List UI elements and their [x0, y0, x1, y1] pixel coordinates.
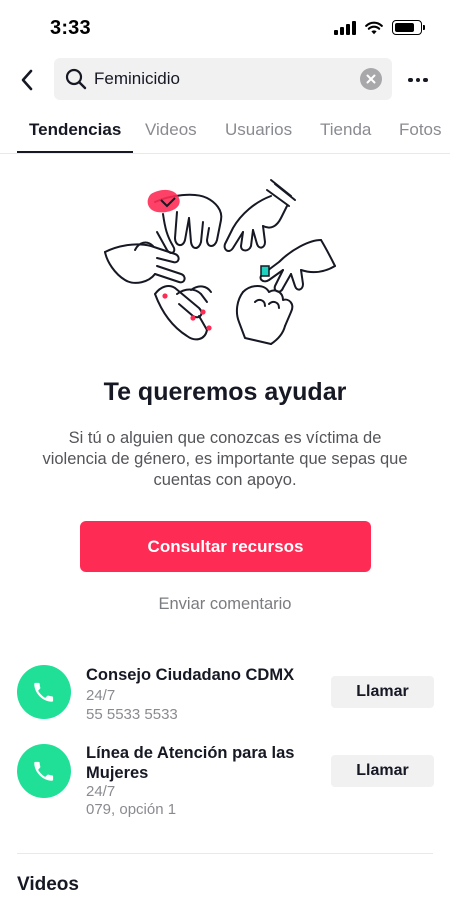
- tab-usuarios[interactable]: Usuarios: [225, 120, 292, 140]
- phone-icon: [34, 682, 54, 702]
- tab-videos[interactable]: Videos: [145, 120, 197, 140]
- battery-icon: [392, 20, 425, 35]
- signal-icon: [334, 20, 356, 35]
- search-box[interactable]: [54, 58, 392, 100]
- contact-item: Consejo Ciudadano CDMX 24/7 55 5533 5533…: [0, 662, 450, 732]
- status-bar: 3:33: [0, 0, 450, 56]
- consult-resources-button[interactable]: Consultar recursos: [80, 521, 371, 572]
- search-header: [0, 58, 450, 102]
- contact-item: Línea de Atención para las Mujeres 24/7 …: [0, 742, 450, 824]
- tab-tendencias[interactable]: Tendencias: [29, 120, 121, 140]
- search-tabs: Tendencias Videos Usuarios Tienda Fotos: [0, 108, 450, 154]
- hands-illustration: [104, 179, 336, 345]
- wifi-icon: [365, 21, 383, 34]
- phone-avatar: [17, 744, 71, 798]
- search-icon: [65, 68, 87, 90]
- help-description: Si tú o alguien que conozcas es víctima …: [42, 429, 408, 489]
- more-icon[interactable]: [404, 68, 432, 92]
- contact-hours: 24/7: [86, 687, 116, 704]
- contact-name: Consejo Ciudadano CDMX: [86, 666, 295, 684]
- phone-avatar: [17, 665, 71, 719]
- tab-tienda[interactable]: Tienda: [320, 120, 371, 140]
- active-tab-indicator: [17, 151, 133, 153]
- call-button[interactable]: Llamar: [331, 676, 434, 708]
- videos-section-title: Videos: [17, 874, 79, 895]
- status-icons: [334, 20, 425, 35]
- send-feedback-link[interactable]: Enviar comentario: [0, 595, 450, 614]
- contact-hours: 24/7: [86, 783, 116, 800]
- clear-icon: [366, 74, 376, 84]
- status-time: 3:33: [50, 17, 91, 39]
- back-button[interactable]: [12, 64, 42, 96]
- back-arrow-icon: [21, 69, 33, 91]
- phone-icon: [34, 761, 54, 781]
- section-divider: [17, 853, 433, 854]
- tab-fotos[interactable]: Fotos: [399, 120, 442, 140]
- clear-search-button[interactable]: [360, 68, 382, 90]
- contact-phone: 079, opción 1: [86, 801, 177, 818]
- call-button[interactable]: Llamar: [331, 755, 434, 787]
- contact-name: Línea de Atención para las Mujeres: [86, 744, 295, 782]
- search-input[interactable]: [94, 69, 360, 89]
- contact-phone: 55 5533 5533: [86, 706, 178, 723]
- help-title: Te queremos ayudar: [103, 378, 347, 406]
